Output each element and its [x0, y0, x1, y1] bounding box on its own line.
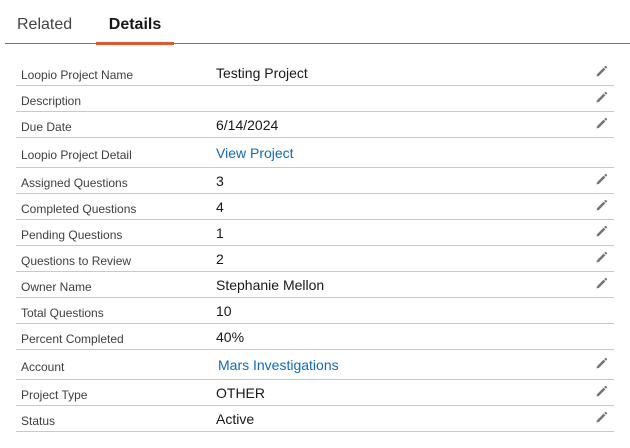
field-row-assigned-questions: Assigned Questions 3 — [16, 168, 614, 194]
field-value: 2 — [216, 251, 224, 267]
field-value: Stephanie Mellon — [216, 277, 325, 293]
field-value: 10 — [216, 303, 232, 319]
pencil-icon[interactable] — [595, 91, 608, 104]
field-row-questions-to-review: Questions to Review 2 — [16, 246, 614, 272]
field-row-owner-name: Owner Name Stephanie Mellon — [16, 272, 614, 298]
field-value-link[interactable]: View Project — [216, 145, 294, 161]
active-tab-indicator — [96, 42, 174, 45]
field-value: 1 — [216, 225, 224, 241]
field-row-percent-completed: Percent Completed 40% — [16, 324, 614, 350]
field-value: OTHER — [216, 385, 265, 401]
tab-details[interactable]: Details — [96, 0, 174, 45]
field-value: 6/14/2024 — [216, 117, 279, 133]
field-row-completed-questions: Completed Questions 4 — [16, 194, 614, 220]
field-label: Pending Questions — [21, 228, 123, 242]
field-label: Total Questions — [21, 306, 104, 320]
pencil-icon[interactable] — [595, 385, 608, 398]
field-row-loopio-project-name: Loopio Project Name Testing Project — [16, 60, 614, 86]
field-label: Completed Questions — [21, 202, 137, 216]
field-row-status: Status Active — [16, 406, 614, 432]
pencil-icon[interactable] — [595, 173, 608, 186]
field-row-due-date: Due Date 6/14/2024 — [16, 112, 614, 138]
pencil-icon[interactable] — [595, 225, 608, 238]
field-row-account: Account Mars Investigations — [16, 350, 614, 380]
field-label: Assigned Questions — [21, 176, 128, 190]
field-row-project-type: Project Type OTHER — [16, 380, 614, 406]
field-value: Testing Project — [216, 65, 308, 81]
pencil-icon[interactable] — [595, 117, 608, 130]
pencil-icon[interactable] — [595, 251, 608, 264]
field-label: Status — [21, 414, 56, 428]
tab-details-label: Details — [108, 16, 162, 33]
record-tabs: Related Details — [5, 0, 630, 45]
field-label: Loopio Project Detail — [21, 148, 132, 162]
field-value: 3 — [216, 173, 224, 189]
field-row-loopio-project-detail: Loopio Project Detail View Project — [16, 138, 614, 168]
field-value: Active — [216, 411, 255, 427]
field-label: Owner Name — [21, 280, 92, 294]
field-label: Description — [21, 94, 82, 108]
field-label: Loopio Project Name — [21, 68, 134, 82]
field-value: 40% — [216, 329, 245, 345]
field-value-link[interactable]: Mars Investigations — [218, 357, 339, 373]
pencil-icon[interactable] — [595, 357, 608, 370]
pencil-icon[interactable] — [595, 199, 608, 212]
pencil-icon[interactable] — [595, 411, 608, 424]
field-label: Percent Completed — [21, 332, 124, 346]
details-field-list: Loopio Project Name Testing Project Descri… — [16, 60, 614, 432]
field-label: Questions to Review — [21, 254, 132, 268]
field-row-total-questions: Total Questions 10 — [16, 298, 614, 324]
field-row-description: Description — [16, 86, 614, 112]
field-value: 4 — [216, 199, 224, 215]
pencil-icon[interactable] — [595, 65, 608, 78]
field-label: Account — [21, 360, 65, 374]
field-label: Due Date — [21, 120, 72, 134]
field-label: Project Type — [21, 388, 88, 402]
tab-related[interactable]: Related — [17, 0, 72, 44]
pencil-icon[interactable] — [595, 277, 608, 290]
field-row-pending-questions: Pending Questions 1 — [16, 220, 614, 246]
